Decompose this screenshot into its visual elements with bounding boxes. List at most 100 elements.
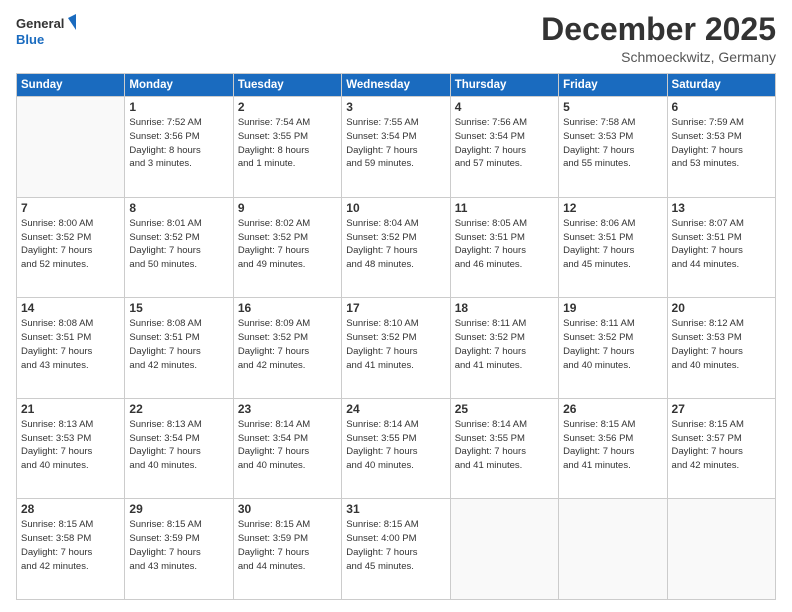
day-number: 7 <box>21 201 120 215</box>
empty-cell <box>559 499 667 600</box>
day-number: 1 <box>129 100 228 114</box>
location: Schmoeckwitz, Germany <box>541 49 776 65</box>
day-cell-13: 13 Sunrise: 8:07 AMSunset: 3:51 PMDayligh… <box>667 197 775 298</box>
day-info: Sunrise: 8:02 AMSunset: 3:52 PMDaylight:… <box>238 217 337 272</box>
day-number: 13 <box>672 201 771 215</box>
day-cell-5: 5 Sunrise: 7:58 AMSunset: 3:53 PMDaylight… <box>559 97 667 198</box>
logo-svg: General Blue <box>16 12 76 48</box>
day-info: Sunrise: 7:55 AMSunset: 3:54 PMDaylight:… <box>346 116 445 171</box>
day-number: 6 <box>672 100 771 114</box>
day-info: Sunrise: 8:13 AMSunset: 3:53 PMDaylight:… <box>21 418 120 473</box>
day-cell-1: 1 Sunrise: 7:52 AMSunset: 3:56 PMDaylight… <box>125 97 233 198</box>
day-info: Sunrise: 7:56 AMSunset: 3:54 PMDaylight:… <box>455 116 554 171</box>
day-header-friday: Friday <box>559 74 667 97</box>
day-info: Sunrise: 8:15 AMSunset: 3:58 PMDaylight:… <box>21 518 120 573</box>
day-info: Sunrise: 8:11 AMSunset: 3:52 PMDaylight:… <box>563 317 662 372</box>
day-number: 27 <box>672 402 771 416</box>
day-number: 16 <box>238 301 337 315</box>
day-header-tuesday: Tuesday <box>233 74 341 97</box>
day-cell-31: 31 Sunrise: 8:15 AMSunset: 4:00 PMDayligh… <box>342 499 450 600</box>
day-cell-30: 30 Sunrise: 8:15 AMSunset: 3:59 PMDayligh… <box>233 499 341 600</box>
day-info: Sunrise: 8:15 AMSunset: 3:59 PMDaylight:… <box>129 518 228 573</box>
empty-cell <box>450 499 558 600</box>
day-cell-14: 14Sunrise: 8:08 AMSunset: 3:51 PMDayligh… <box>17 298 125 399</box>
day-cell-10: 10Sunrise: 8:04 AMSunset: 3:52 PMDayligh… <box>342 197 450 298</box>
day-info: Sunrise: 8:10 AMSunset: 3:52 PMDaylight:… <box>346 317 445 372</box>
day-number: 18 <box>455 301 554 315</box>
day-cell-21: 21 Sunrise: 8:13 AMSunset: 3:53 PMDayligh… <box>17 398 125 499</box>
day-header-wednesday: Wednesday <box>342 74 450 97</box>
day-header-thursday: Thursday <box>450 74 558 97</box>
day-info: Sunrise: 8:09 AMSunset: 3:52 PMDaylight:… <box>238 317 337 372</box>
day-cell-17: 17 Sunrise: 8:10 AMSunset: 3:52 PMDayligh… <box>342 298 450 399</box>
day-number: 22 <box>129 402 228 416</box>
day-cell-12: 12 Sunrise: 8:06 AMSunset: 3:51 PMDayligh… <box>559 197 667 298</box>
day-cell-16: 16 Sunrise: 8:09 AMSunset: 3:52 PMDayligh… <box>233 298 341 399</box>
day-cell-29: 29 Sunrise: 8:15 AMSunset: 3:59 PMDayligh… <box>125 499 233 600</box>
svg-text:General: General <box>16 16 64 31</box>
empty-cell <box>667 499 775 600</box>
day-number: 28 <box>21 502 120 516</box>
day-info: Sunrise: 8:14 AMSunset: 3:55 PMDaylight:… <box>346 418 445 473</box>
day-header-sunday: Sunday <box>17 74 125 97</box>
day-number: 2 <box>238 100 337 114</box>
day-cell-20: 20Sunrise: 8:12 AMSunset: 3:53 PMDayligh… <box>667 298 775 399</box>
day-info: Sunrise: 8:14 AMSunset: 3:55 PMDaylight:… <box>455 418 554 473</box>
day-info: Sunrise: 8:15 AMSunset: 3:57 PMDaylight:… <box>672 418 771 473</box>
page: General Blue December 2025 Schmoeckwitz,… <box>0 0 792 612</box>
day-header-saturday: Saturday <box>667 74 775 97</box>
empty-cell <box>17 97 125 198</box>
day-number: 4 <box>455 100 554 114</box>
calendar-table: SundayMondayTuesdayWednesdayThursdayFrid… <box>16 73 776 600</box>
day-header-monday: Monday <box>125 74 233 97</box>
day-number: 14 <box>21 301 120 315</box>
day-cell-7: 7Sunrise: 8:00 AMSunset: 3:52 PMDaylight… <box>17 197 125 298</box>
day-number: 31 <box>346 502 445 516</box>
day-number: 9 <box>238 201 337 215</box>
day-number: 20 <box>672 301 771 315</box>
day-cell-19: 19 Sunrise: 8:11 AMSunset: 3:52 PMDayligh… <box>559 298 667 399</box>
day-cell-25: 25 Sunrise: 8:14 AMSunset: 3:55 PMDayligh… <box>450 398 558 499</box>
day-number: 23 <box>238 402 337 416</box>
day-info: Sunrise: 8:15 AMSunset: 3:56 PMDaylight:… <box>563 418 662 473</box>
day-number: 8 <box>129 201 228 215</box>
day-cell-9: 9 Sunrise: 8:02 AMSunset: 3:52 PMDaylight… <box>233 197 341 298</box>
day-number: 29 <box>129 502 228 516</box>
day-number: 12 <box>563 201 662 215</box>
day-cell-23: 23Sunrise: 8:14 AMSunset: 3:54 PMDayligh… <box>233 398 341 499</box>
day-info: Sunrise: 8:06 AMSunset: 3:51 PMDaylight:… <box>563 217 662 272</box>
day-cell-3: 3Sunrise: 7:55 AMSunset: 3:54 PMDaylight… <box>342 97 450 198</box>
day-number: 24 <box>346 402 445 416</box>
day-number: 11 <box>455 201 554 215</box>
day-cell-24: 24 Sunrise: 8:14 AMSunset: 3:55 PMDayligh… <box>342 398 450 499</box>
day-info: Sunrise: 7:59 AMSunset: 3:53 PMDaylight:… <box>672 116 771 171</box>
day-info: Sunrise: 7:54 AMSunset: 3:55 PMDaylight:… <box>238 116 337 171</box>
day-cell-11: 11Sunrise: 8:05 AMSunset: 3:51 PMDayligh… <box>450 197 558 298</box>
day-cell-4: 4 Sunrise: 7:56 AMSunset: 3:54 PMDaylight… <box>450 97 558 198</box>
day-number: 15 <box>129 301 228 315</box>
day-info: Sunrise: 8:13 AMSunset: 3:54 PMDaylight:… <box>129 418 228 473</box>
day-number: 30 <box>238 502 337 516</box>
day-info: Sunrise: 7:58 AMSunset: 3:53 PMDaylight:… <box>563 116 662 171</box>
header: General Blue December 2025 Schmoeckwitz,… <box>16 12 776 65</box>
day-cell-22: 22 Sunrise: 8:13 AMSunset: 3:54 PMDayligh… <box>125 398 233 499</box>
day-number: 5 <box>563 100 662 114</box>
day-number: 19 <box>563 301 662 315</box>
logo: General Blue <box>16 12 76 48</box>
day-cell-18: 18 Sunrise: 8:11 AMSunset: 3:52 PMDayligh… <box>450 298 558 399</box>
day-info: Sunrise: 8:07 AMSunset: 3:51 PMDaylight:… <box>672 217 771 272</box>
day-info: Sunrise: 8:11 AMSunset: 3:52 PMDaylight:… <box>455 317 554 372</box>
day-number: 21 <box>21 402 120 416</box>
day-number: 17 <box>346 301 445 315</box>
month-title: December 2025 <box>541 12 776 47</box>
day-info: Sunrise: 8:08 AMSunset: 3:51 PMDaylight:… <box>129 317 228 372</box>
day-info: Sunrise: 8:04 AMSunset: 3:52 PMDaylight:… <box>346 217 445 272</box>
day-cell-26: 26Sunrise: 8:15 AMSunset: 3:56 PMDayligh… <box>559 398 667 499</box>
day-info: Sunrise: 8:15 AMSunset: 3:59 PMDaylight:… <box>238 518 337 573</box>
day-cell-6: 6 Sunrise: 7:59 AMSunset: 3:53 PMDaylight… <box>667 97 775 198</box>
day-number: 25 <box>455 402 554 416</box>
day-info: Sunrise: 8:15 AMSunset: 4:00 PMDaylight:… <box>346 518 445 573</box>
day-info: Sunrise: 7:52 AMSunset: 3:56 PMDaylight:… <box>129 116 228 171</box>
day-info: Sunrise: 8:01 AMSunset: 3:52 PMDaylight:… <box>129 217 228 272</box>
svg-text:Blue: Blue <box>16 32 44 47</box>
